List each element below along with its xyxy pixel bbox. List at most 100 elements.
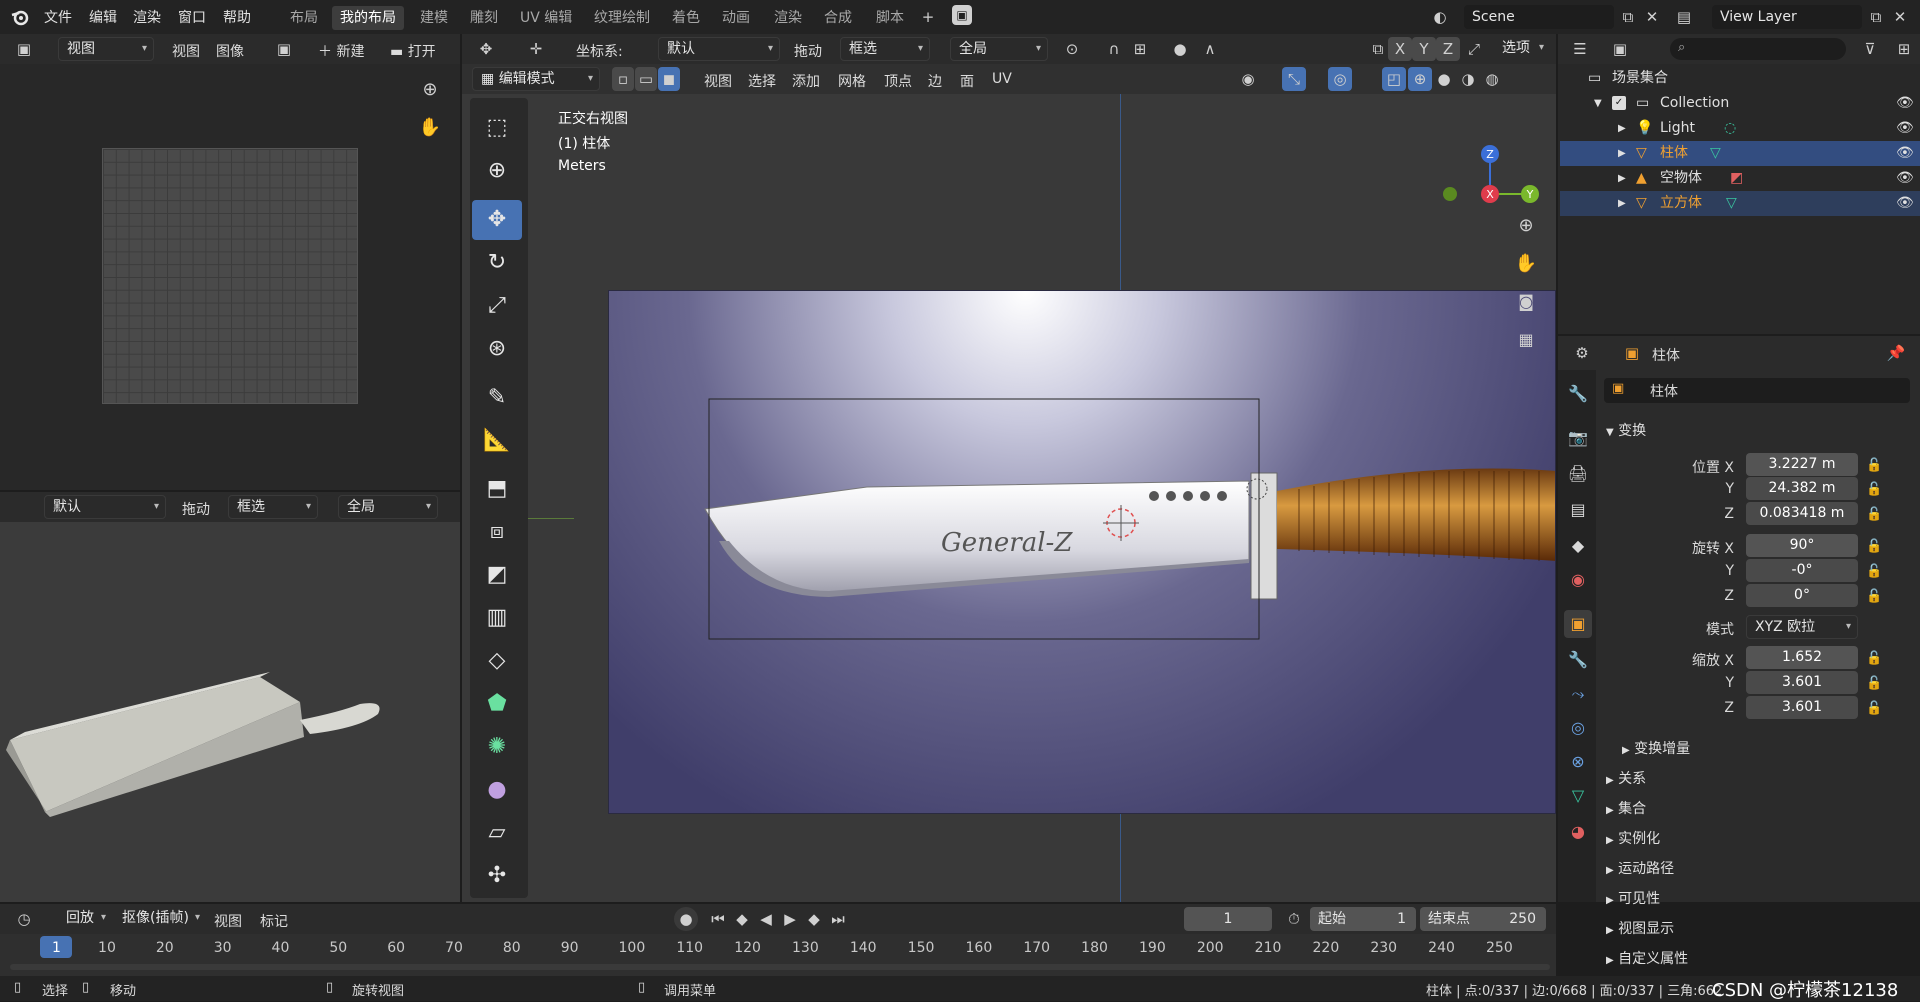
outliner-item-cube[interactable]: ▶ ▽ 立方体 ▽ 👁	[1560, 191, 1920, 216]
axis-z-toggle[interactable]: Z	[1436, 37, 1460, 61]
annotate-tool[interactable]: ✎	[472, 378, 522, 418]
playback-dropdown[interactable]: 回放 ▾	[58, 907, 112, 931]
timeline-type-icon[interactable]: ◷	[12, 907, 36, 931]
visibility-icon[interactable]: ◉	[1236, 67, 1260, 91]
menu-view[interactable]: 视图	[214, 911, 242, 931]
zoom-icon[interactable]: ⊕	[1514, 214, 1538, 238]
menu-marker[interactable]: 标记	[260, 911, 288, 931]
editor-type-icon[interactable]: ▣	[12, 37, 36, 61]
edge-select-icon[interactable]: ▭	[635, 67, 657, 91]
menu-vertex[interactable]: 顶点	[884, 71, 912, 91]
scale-x-field[interactable]: 1.652	[1746, 646, 1858, 669]
orientation-dropdown[interactable]: 全局 ▾	[950, 37, 1048, 61]
camera-icon[interactable]: ◙	[1514, 290, 1538, 314]
properties-type-icon[interactable]: ⚙	[1570, 341, 1594, 365]
lock-icon[interactable]: 🔓	[1866, 564, 1882, 579]
select-box-tool[interactable]: ⬚	[472, 108, 522, 148]
wireframe-shading-icon[interactable]: ⊕	[1408, 67, 1432, 91]
viewport-display-panel[interactable]: ▶ 视图显示	[1606, 918, 1674, 938]
falloff-icon[interactable]: ∧	[1198, 37, 1222, 61]
menu-uv[interactable]: UV	[992, 71, 1012, 87]
solid-shading-icon[interactable]: ●	[1432, 67, 1456, 91]
poly-build-tool[interactable]: ⬟	[472, 684, 522, 724]
gizmo-neg-y[interactable]	[1443, 187, 1457, 201]
vertex-select-icon[interactable]: ▫	[612, 67, 634, 91]
keying-dropdown[interactable]: 抠像(插帧) ▾	[114, 907, 206, 931]
prev-keyframe-icon[interactable]: ◆	[730, 907, 754, 931]
particles-tab-icon[interactable]: ⤳	[1564, 680, 1592, 708]
rendered-shading-icon[interactable]: ◍	[1480, 67, 1504, 91]
menu-select[interactable]: 选择	[748, 71, 776, 91]
location-z-field[interactable]: 0.083418 m	[1746, 502, 1858, 525]
object-tab-icon[interactable]: ▣	[1564, 610, 1592, 638]
tab-texture-paint[interactable]: 纹理绘制	[586, 6, 658, 30]
view-mode-dropdown[interactable]: 视图 ▾	[58, 37, 154, 61]
coord-dropdown[interactable]: 默认 ▾	[658, 37, 780, 61]
location-x-field[interactable]: 3.2227 m	[1746, 453, 1858, 476]
smooth-tool[interactable]: ●	[472, 770, 522, 810]
mirror-icon[interactable]: ⧉	[1366, 37, 1390, 61]
menu-file[interactable]: 文件	[44, 7, 72, 27]
delete-scene-icon[interactable]: ✕	[1640, 5, 1664, 29]
face-select-icon[interactable]: ◼	[658, 67, 680, 91]
eye-icon[interactable]: 👁	[1896, 91, 1914, 116]
transform-pivot-icon[interactable]: ✥	[474, 37, 498, 61]
rotate-tool[interactable]: ↻	[472, 243, 522, 283]
inset-tool[interactable]: ⧈	[472, 512, 522, 552]
eye-icon[interactable]: 👁	[1896, 141, 1914, 166]
outliner-item-cylinder[interactable]: ▶ ▽ 柱体 ▽ 👁	[1560, 141, 1920, 166]
navigation-gizmo[interactable]: X Z Y	[1434, 100, 1544, 220]
data-tab-icon[interactable]: ▽	[1564, 782, 1592, 810]
outliner-type-icon[interactable]: ☰	[1568, 37, 1592, 61]
spin-tool[interactable]: ✺	[472, 727, 522, 767]
add-workspace-icon[interactable]: +	[916, 5, 940, 29]
mode-dropdown[interactable]: ▦ 编辑模式 ▾	[472, 67, 600, 91]
delete-view-layer-icon[interactable]: ✕	[1888, 5, 1912, 29]
instancing-panel[interactable]: ▶ 实例化	[1606, 828, 1660, 848]
scene-tab-icon[interactable]: ◆	[1564, 532, 1592, 560]
expand-arrow-icon[interactable]: ▶	[1618, 166, 1626, 191]
start-frame-field[interactable]: 起始 1	[1310, 907, 1416, 931]
render-tab-icon[interactable]: 📷	[1564, 424, 1592, 452]
physics-tab-icon[interactable]: ◎	[1564, 714, 1592, 742]
menu-add[interactable]: 添加	[792, 71, 820, 91]
orientation-dropdown[interactable]: 全局 ▾	[338, 495, 438, 519]
shear-tool[interactable]: ▱	[472, 813, 522, 853]
options-dropdown[interactable]: 选项 ▾	[1494, 37, 1550, 61]
pan-hand-icon[interactable]: ✋	[418, 116, 442, 140]
rotation-x-field[interactable]: 90°	[1746, 534, 1858, 557]
delta-transform-header[interactable]: ▶ 变换增量	[1622, 738, 1690, 758]
outliner-search-input[interactable]: ⌕	[1670, 38, 1846, 60]
expand-arrow-icon[interactable]: ▶	[1618, 191, 1626, 216]
tab-sculpt[interactable]: 雕刻	[462, 6, 506, 30]
outliner-root[interactable]: ▭ 场景集合	[1560, 66, 1920, 91]
scale-tool[interactable]: ⤢	[472, 286, 522, 326]
scale-z-field[interactable]: 3.601	[1746, 696, 1858, 719]
current-frame-field[interactable]: 1	[1184, 907, 1272, 931]
lock-icon[interactable]: 🔓	[1866, 589, 1882, 604]
constraints-tab-icon[interactable]: ⊗	[1564, 748, 1592, 776]
expand-arrow-icon[interactable]: ▶	[1618, 141, 1626, 166]
display-mode-icon[interactable]: ▣	[1608, 37, 1632, 61]
rotation-mode-dropdown[interactable]: XYZ 欧拉 ▾	[1746, 615, 1858, 639]
select-dropdown[interactable]: 框选 ▾	[840, 37, 930, 61]
menu-face[interactable]: 面	[960, 71, 974, 91]
rip-tool[interactable]: ✣	[472, 856, 522, 896]
end-frame-field[interactable]: 结束点 250	[1420, 907, 1546, 931]
image-editor-area[interactable]: ▣ 视图 ▾ 视图 图像 ▣ ＋ 新建 ▬ 打开 ⊕ ✋	[0, 34, 460, 490]
tool-tab-icon[interactable]: 🔧	[1564, 380, 1592, 408]
motion-paths-panel[interactable]: ▶ 运动路径	[1606, 858, 1674, 878]
lock-icon[interactable]: 🔓	[1866, 676, 1882, 691]
view-layer-tab-icon[interactable]: ▤	[1564, 496, 1592, 524]
tab-rendering[interactable]: 渲染	[766, 6, 810, 30]
material-tab-icon[interactable]: ◕	[1564, 818, 1592, 846]
move-tool[interactable]: ✥	[472, 200, 522, 240]
view-layer-field[interactable]: View Layer	[1712, 5, 1862, 29]
world-tab-icon[interactable]: ◉	[1564, 566, 1592, 594]
eye-icon[interactable]: 👁	[1896, 166, 1914, 191]
overlay-icon[interactable]: ◎	[1328, 67, 1352, 91]
snap-pivot-icon[interactable]: ⊙	[1060, 37, 1084, 61]
menu-render[interactable]: 渲染	[133, 7, 161, 27]
open-image-button[interactable]: ▬ 打开	[390, 41, 436, 61]
transform-panel-header[interactable]: ▼ 变换	[1606, 420, 1646, 440]
